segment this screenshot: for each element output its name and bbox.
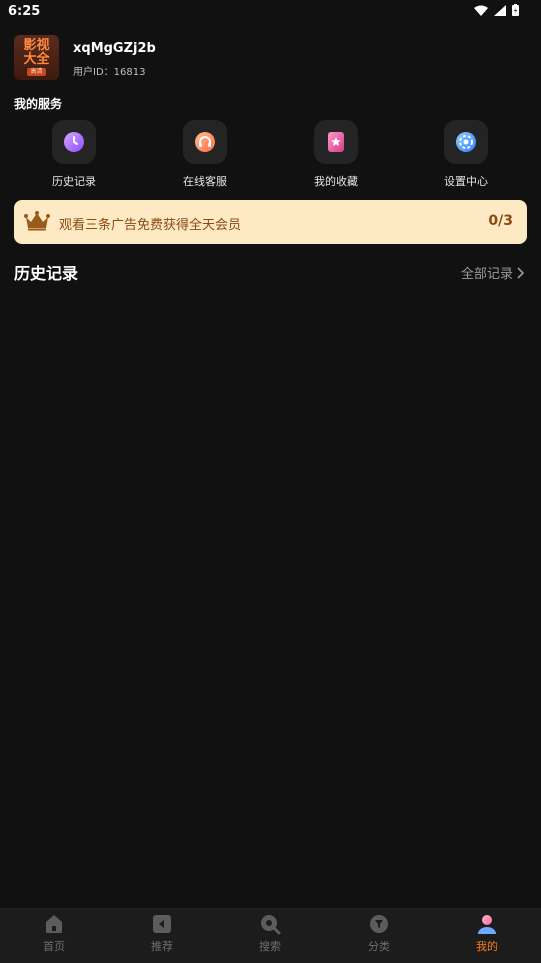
filter-icon <box>370 915 388 933</box>
tab-search[interactable]: 搜索 <box>230 913 310 954</box>
logo-line-1: 影视 <box>23 38 50 53</box>
tab-category-label: 分类 <box>368 940 390 953</box>
tab-recommend-label: 推荐 <box>151 940 173 953</box>
gear-icon <box>444 120 488 164</box>
user-icon <box>478 915 496 934</box>
ad-reward-banner[interactable]: 观看三条广告免费获得全天会员 0/3 <box>14 200 527 244</box>
status-bar: 6:25 <box>0 0 541 24</box>
app-logo: 影视 大全 高清 <box>14 35 59 80</box>
services-grid: 历史记录 在线客服 我的收藏 设置中心 <box>0 120 541 190</box>
bookmark-star-icon <box>314 120 358 164</box>
service-favorites[interactable]: 我的收藏 <box>291 120 381 189</box>
status-icons <box>474 4 519 16</box>
service-settings[interactable]: 设置中心 <box>421 120 511 189</box>
clock-icon <box>52 120 96 164</box>
play-square-icon <box>153 915 171 933</box>
tab-recommend[interactable]: 推荐 <box>122 913 202 954</box>
banner-text: 观看三条广告免费获得全天会员 <box>59 218 242 233</box>
crown-icon <box>24 211 50 231</box>
signal-icon <box>494 4 506 16</box>
tab-profile-label: 我的 <box>476 940 498 953</box>
wifi-icon <box>474 5 488 16</box>
service-settings-label: 设置中心 <box>444 175 488 188</box>
tab-home[interactable]: 首页 <box>14 913 94 954</box>
logo-sub: 高清 <box>27 68 46 76</box>
history-title: 历史记录 <box>14 264 79 283</box>
headset-icon <box>183 120 227 164</box>
service-support-label: 在线客服 <box>183 175 227 188</box>
tab-category[interactable]: 分类 <box>339 913 419 954</box>
view-all-label: 全部记录 <box>460 267 513 282</box>
status-time: 6:25 <box>8 4 41 19</box>
chevron-right-icon <box>517 266 525 279</box>
bottom-tab-bar: 首页 推荐 搜索 分类 我的 <box>0 908 541 963</box>
service-history-label: 历史记录 <box>52 175 96 188</box>
banner-count: 0/3 <box>488 213 513 229</box>
username: xqMgGZj2b <box>73 41 156 56</box>
home-icon <box>46 915 62 933</box>
service-support[interactable]: 在线客服 <box>160 120 250 189</box>
profile-header[interactable]: 影视 大全 高清 xqMgGZj2b 用户ID：16813 <box>14 35 534 83</box>
tab-search-label: 搜索 <box>259 940 281 953</box>
tab-profile[interactable]: 我的 <box>447 913 527 954</box>
user-id: 用户ID：16813 <box>73 67 146 78</box>
tab-home-label: 首页 <box>43 940 65 953</box>
service-history[interactable]: 历史记录 <box>29 120 119 189</box>
services-title: 我的服务 <box>14 97 63 111</box>
logo-line-2: 大全 <box>23 52 50 67</box>
battery-icon <box>512 4 519 16</box>
search-icon <box>261 915 281 935</box>
service-favorites-label: 我的收藏 <box>314 175 358 188</box>
view-all-history-link[interactable]: 全部记录 <box>461 263 525 282</box>
